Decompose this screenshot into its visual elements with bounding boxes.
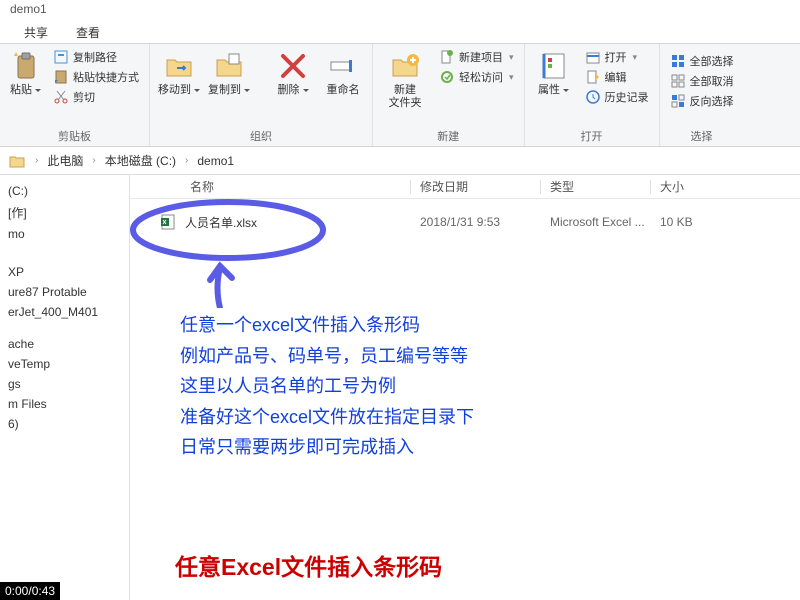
rename-icon <box>327 50 359 82</box>
clipboard-label: 剪贴板 <box>6 126 143 144</box>
edit-icon <box>585 69 601 85</box>
sidebar-item[interactable]: erJet_400_M401 <box>0 302 129 322</box>
chevron-right-icon[interactable]: › <box>32 155 41 166</box>
video-timestamp: 0:00/0:43 <box>0 582 60 600</box>
tab-view[interactable]: 查看 <box>62 20 114 43</box>
sidebar-item[interactable]: m Files <box>0 394 129 414</box>
paste-shortcut-icon <box>53 69 69 85</box>
sidebar-item[interactable]: ache <box>0 334 129 354</box>
select-label: 选择 <box>666 126 738 144</box>
column-date[interactable]: 修改日期 <box>420 178 468 195</box>
new-item-button[interactable]: 新建项目▾ <box>435 48 518 66</box>
easy-access-icon <box>439 69 455 85</box>
sidebar-item[interactable]: (C:) <box>0 181 129 201</box>
select-all-icon <box>670 53 686 69</box>
file-type: Microsoft Excel ... <box>550 215 645 229</box>
address-bar[interactable]: › 此电脑 › 本地磁盘 (C:) › demo1 <box>0 147 800 175</box>
select-none-icon <box>670 73 686 89</box>
column-type[interactable]: 类型 <box>550 178 574 195</box>
history-icon <box>585 89 601 105</box>
sidebar-item[interactable]: ure87 Protable <box>0 282 129 302</box>
sidebar-item[interactable]: 6) <box>0 414 129 434</box>
copy-path-icon <box>53 49 69 65</box>
properties-button[interactable]: 属性 <box>531 48 577 97</box>
select-none-button[interactable]: 全部取消 <box>666 72 738 90</box>
sidebar-item[interactable]: gs <box>0 374 129 394</box>
crumb-drive[interactable]: 本地磁盘 (C:) <box>105 152 176 169</box>
file-list-area: 名称 修改日期 类型 大小 人员名单.xlsx 2018/1/31 9:53 M… <box>130 175 800 600</box>
file-date: 2018/1/31 9:53 <box>420 215 500 229</box>
cut-button[interactable]: 剪切 <box>49 88 143 106</box>
move-to-icon <box>163 50 195 82</box>
new-folder-icon <box>389 50 421 82</box>
column-name[interactable]: 名称 <box>190 178 214 195</box>
new-folder-button[interactable]: 新建 文件夹 <box>379 48 431 110</box>
properties-icon <box>538 50 570 82</box>
open-button[interactable]: 打开▾ <box>581 48 653 66</box>
excel-file-icon <box>160 214 176 230</box>
ribbon-tabs: 共享 查看 <box>0 20 800 44</box>
history-button[interactable]: 历史记录 <box>581 88 653 106</box>
open-label: 打开 <box>531 126 653 144</box>
column-size[interactable]: 大小 <box>660 178 684 195</box>
chevron-right-icon[interactable]: › <box>182 155 191 166</box>
paste-button[interactable]: 粘贴 <box>6 48 45 97</box>
paste-icon <box>10 50 42 82</box>
easy-access-button[interactable]: 轻松访问▾ <box>435 68 518 86</box>
copy-path-button[interactable]: 复制路径 <box>49 48 143 66</box>
file-name: 人员名单.xlsx <box>185 214 257 231</box>
window-title: demo1 <box>10 2 47 16</box>
sidebar-nav: (C:) [作] mo XP ure87 Protable erJet_400_… <box>0 175 130 600</box>
title-bar: demo1 <box>0 0 800 20</box>
delete-button[interactable]: 删除 <box>270 48 316 97</box>
sidebar-item[interactable]: XP <box>0 262 129 282</box>
sidebar-item[interactable]: [作] <box>0 201 129 224</box>
tab-share[interactable]: 共享 <box>10 20 62 43</box>
cut-icon <box>53 89 69 105</box>
delete-icon <box>277 50 309 82</box>
folder-icon <box>8 152 26 170</box>
copy-to-icon <box>213 50 245 82</box>
sidebar-item[interactable]: veTemp <box>0 354 129 374</box>
main-area: (C:) [作] mo XP ure87 Protable erJet_400_… <box>0 175 800 600</box>
ribbon-group-open: 属性 打开▾ 编辑 历史记录 打开 <box>525 44 660 146</box>
file-size: 10 KB <box>660 215 693 229</box>
ribbon-group-organize: 移动到 复制到 删除 重命名 组织 <box>150 44 373 146</box>
new-item-icon <box>439 49 455 65</box>
column-headers: 名称 修改日期 类型 大小 <box>130 175 800 199</box>
organize-label: 组织 <box>156 126 366 144</box>
invert-icon <box>670 93 686 109</box>
file-row[interactable]: 人员名单.xlsx 2018/1/31 9:53 Microsoft Excel… <box>130 211 800 233</box>
crumb-this-pc[interactable]: 此电脑 <box>47 152 83 169</box>
invert-selection-button[interactable]: 反向选择 <box>666 92 738 110</box>
copy-to-button[interactable]: 复制到 <box>206 48 252 97</box>
rename-button[interactable]: 重命名 <box>320 48 366 97</box>
sidebar-item[interactable]: mo <box>0 224 129 244</box>
ribbon-group-select: 全部选择 全部取消 反向选择 选择 <box>660 44 744 146</box>
paste-shortcut-button[interactable]: 粘贴快捷方式 <box>49 68 143 86</box>
chevron-right-icon[interactable]: › <box>89 155 98 166</box>
edit-button[interactable]: 编辑 <box>581 68 653 86</box>
ribbon: 粘贴 复制路径 粘贴快捷方式 剪切 剪贴板 <box>0 44 800 147</box>
select-all-button[interactable]: 全部选择 <box>666 52 738 70</box>
ribbon-group-new: 新建 文件夹 新建项目▾ 轻松访问▾ 新建 <box>373 44 525 146</box>
new-label: 新建 <box>379 126 518 144</box>
ribbon-group-clipboard: 粘贴 复制路径 粘贴快捷方式 剪切 剪贴板 <box>0 44 150 146</box>
crumb-folder[interactable]: demo1 <box>197 154 234 168</box>
move-to-button[interactable]: 移动到 <box>156 48 202 97</box>
open-icon <box>585 49 601 65</box>
